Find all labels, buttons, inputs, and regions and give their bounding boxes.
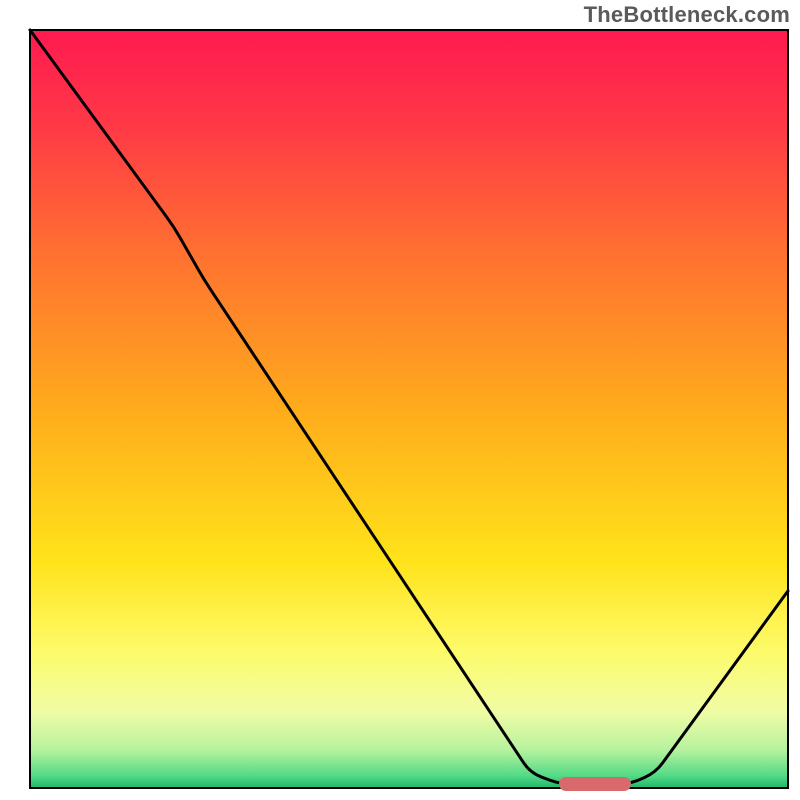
chart-container: TheBottleneck.com (0, 0, 800, 800)
optimal-marker (559, 777, 631, 791)
watermark-text: TheBottleneck.com (584, 2, 790, 28)
plot-background (30, 30, 788, 788)
bottleneck-chart (0, 0, 800, 800)
